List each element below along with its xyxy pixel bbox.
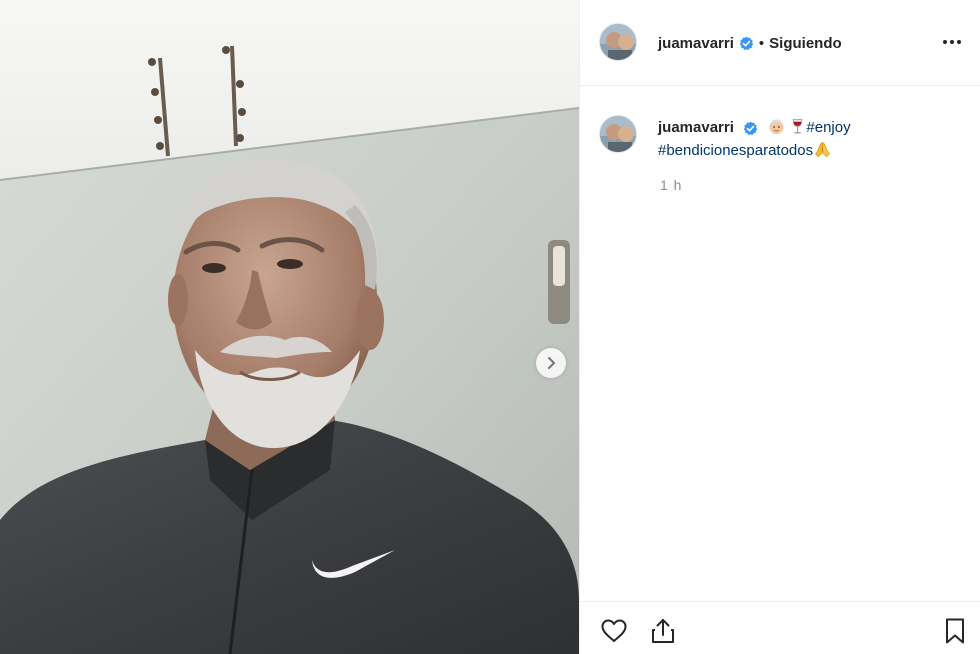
post-caption: juamavarri #enjoy #bendicionesparatodos (658, 116, 958, 162)
post-side-panel: juamavarri • Siguiendo juamavarri #enjoy… (579, 0, 980, 654)
caption-avatar[interactable] (599, 115, 637, 153)
hashtag-bendiciones-link[interactable]: #bendicionesparatodos (658, 142, 813, 159)
verified-badge-icon (743, 121, 758, 135)
verified-badge-icon (739, 36, 754, 50)
post-header: juamavarri • Siguiendo (580, 0, 980, 86)
chevron-right-icon (547, 356, 556, 370)
header-user-row: juamavarri • Siguiendo (658, 33, 842, 53)
avatar-image (600, 24, 636, 60)
action-bar (580, 601, 980, 654)
older-man-emoji (769, 119, 784, 135)
instagram-post-view: juamavarri • Siguiendo juamavarri #enjoy… (0, 0, 980, 654)
folded-hands-emoji (815, 141, 831, 157)
header-username[interactable]: juamavarri (658, 35, 734, 52)
hashtag-enjoy-link[interactable]: #enjoy (806, 119, 850, 136)
bookmark-icon[interactable] (940, 616, 970, 646)
more-options-icon[interactable] (940, 30, 964, 54)
caption-username[interactable]: juamavarri (658, 119, 734, 136)
post-timestamp[interactable]: 1 h (660, 177, 682, 193)
selfie-image (0, 0, 579, 654)
post-photo[interactable] (0, 0, 579, 654)
following-button[interactable]: Siguiendo (769, 35, 842, 52)
avatar[interactable] (599, 23, 637, 61)
share-icon[interactable] (648, 616, 678, 646)
separator-dot: • (758, 34, 765, 52)
avatar-image (600, 116, 636, 152)
wine-glass-emoji (793, 119, 803, 134)
heart-icon[interactable] (599, 616, 629, 646)
next-photo-button[interactable] (536, 348, 566, 378)
